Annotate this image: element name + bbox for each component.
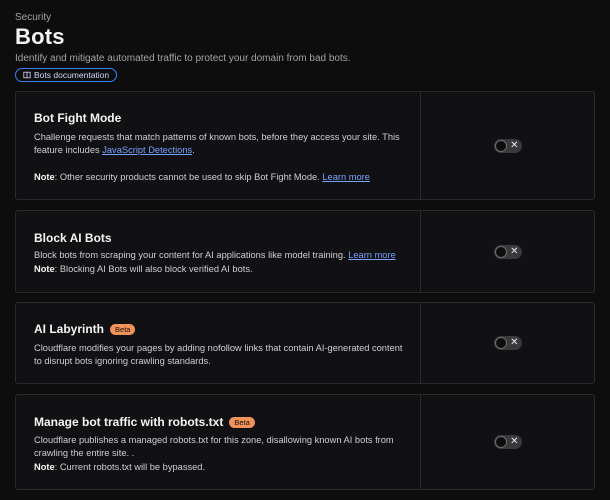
card-title: Manage bot traffic with robots.txt Beta [34, 415, 255, 429]
learn-more-link[interactable]: Learn more [322, 172, 370, 182]
ai-labyrinth-toggle[interactable]: ✕ [493, 336, 522, 350]
close-icon: ✕ [510, 337, 519, 348]
bots-documentation-label: Bots documentation [34, 70, 110, 80]
robots-txt-toggle[interactable]: ✕ [493, 435, 522, 449]
block-ai-bots-toggle[interactable]: ✕ [493, 244, 522, 259]
card-description: Cloudflare modifies your pages by adding… [34, 343, 403, 366]
beta-badge: Beta [229, 416, 255, 428]
page-title: Bots [15, 24, 65, 49]
block-ai-bots-card: Block AI Bots Block bots from scraping y… [15, 210, 595, 293]
bots-documentation-button[interactable]: Bots documentation [15, 68, 118, 82]
card-note: Note: Blocking AI Bots will also block v… [34, 264, 253, 274]
card-description: Cloudflare publishes a managed robots.tx… [34, 435, 394, 458]
toggle-knob [494, 337, 507, 349]
card-title: Bot Fight Mode [34, 111, 122, 125]
toggle-knob [494, 436, 507, 448]
card-title: Block AI Bots [34, 231, 112, 245]
beta-badge: Beta [110, 323, 136, 335]
learn-more-link[interactable]: Learn more [348, 250, 396, 260]
bot-fight-mode-card: Bot Fight Mode Challenge requests that m… [15, 91, 595, 200]
toggle-knob [494, 139, 507, 152]
bot-fight-mode-toggle[interactable]: ✕ [493, 138, 522, 153]
javascript-detections-link[interactable]: JavaScript Detections [102, 145, 192, 155]
robots-txt-card: Manage bot traffic with robots.txt Beta … [15, 394, 595, 490]
toggle-knob [494, 245, 507, 258]
card-note: Note: Other security products cannot be … [34, 172, 370, 182]
card-description: Challenge requests that match patterns o… [34, 132, 400, 155]
card-title: AI Labyrinth Beta [34, 322, 136, 336]
book-icon [23, 71, 31, 79]
close-icon: ✕ [510, 245, 519, 257]
card-note: Note: Current robots.txt will be bypasse… [34, 462, 206, 472]
breadcrumb: Security [15, 12, 52, 23]
bots-page: Security Bots Identify and mitigate auto… [0, 0, 610, 500]
close-icon: ✕ [510, 436, 519, 447]
card-description: Block bots from scraping your content fo… [34, 250, 396, 260]
close-icon: ✕ [510, 139, 519, 151]
page-description: Identify and mitigate automated traffic … [15, 53, 351, 64]
ai-labyrinth-card: AI Labyrinth Beta Cloudflare modifies yo… [15, 302, 595, 384]
